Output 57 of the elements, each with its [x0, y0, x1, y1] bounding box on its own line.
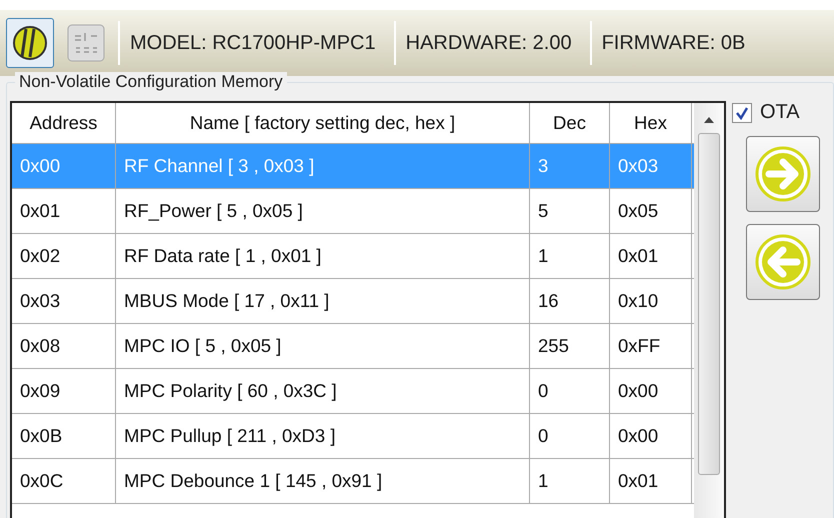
table-cell: 16 — [530, 279, 610, 323]
write-button[interactable] — [746, 136, 820, 212]
table-cell: 1 — [530, 459, 610, 503]
table-cell: 0x01 — [12, 189, 116, 233]
table-cell: MBUS Mode [ 17 , 0x11 ] — [116, 279, 530, 323]
table-cell: RF_Power [ 5 , 0x05 ] — [116, 189, 530, 233]
table-row[interactable]: 0x09 MPC Polarity [ 60 , 0x3C ] 0 0x00 — [12, 369, 694, 414]
table-cell: 0x02 — [12, 234, 116, 278]
table-row[interactable]: 0x01 RF_Power [ 5 , 0x05 ] 5 0x05 — [12, 189, 694, 234]
checkmark-icon — [735, 106, 749, 120]
table-cell: 0x0B — [12, 414, 116, 458]
column-header[interactable]: Name [ factory setting dec, hex ] — [116, 103, 530, 143]
slashed-circle-icon — [12, 25, 48, 61]
table-cell: 0 — [530, 369, 610, 413]
table-row[interactable]: 0x0B MPC Pullup [ 211 , 0xD3 ] 0 0x00 — [12, 414, 694, 459]
table-cell: RF Data rate [ 1 , 0x01 ] — [116, 234, 530, 278]
column-header[interactable]: Hex — [610, 103, 692, 143]
checkbox-label: OTA — [760, 101, 800, 124]
table-row[interactable]: 0x0C MPC Debounce 1 [ 145 , 0x91 ] 1 0x01 — [12, 459, 694, 504]
toolbar-label: MODEL: RC1700HP-MPC1 — [118, 21, 386, 65]
table-cell: MPC Debounce 1 [ 145 , 0x91 ] — [116, 459, 530, 503]
table-cell: 0x10 — [610, 279, 692, 323]
table-cell: 0x08 — [12, 324, 116, 368]
table-row[interactable]: 0x02 RF Data rate [ 1 , 0x01 ] 1 0x01 — [12, 234, 694, 279]
group-title: Non-Volatile Configuration Memory — [15, 72, 287, 92]
table-row[interactable]: 0x03 MBUS Mode [ 17 , 0x11 ] 16 0x10 — [12, 279, 694, 324]
table-cell: 0xFF — [610, 324, 692, 368]
scrollbar[interactable] — [694, 103, 724, 518]
table-cell: 0x00 — [610, 414, 692, 458]
column-header[interactable]: Dec — [530, 103, 610, 143]
connect-button[interactable] — [6, 18, 54, 68]
table-cell: 0x00 — [12, 144, 116, 188]
table-cell: MPC Pullup [ 211 , 0xD3 ] — [116, 414, 530, 458]
ota-checkbox[interactable] — [732, 102, 752, 122]
table-cell: 0x03 — [610, 144, 692, 188]
table-row[interactable]: 0x08 MPC IO [ 5 , 0x05 ] 255 0xFF — [12, 324, 694, 369]
toolbar-label: HARDWARE: 2.00 — [394, 21, 582, 65]
table-cell: 0x03 — [12, 279, 116, 323]
table-cell: 5 — [530, 189, 610, 233]
table-cell: 0x00 — [610, 369, 692, 413]
table-cell: 0x01 — [610, 459, 692, 503]
table-cell: 0x05 — [610, 189, 692, 233]
table-cell: 0 — [530, 414, 610, 458]
read-button[interactable] — [746, 224, 820, 300]
scroll-thumb[interactable] — [698, 133, 720, 475]
table-cell: 3 — [530, 144, 610, 188]
scroll-up-icon[interactable] — [704, 117, 714, 123]
table-cell: 0x01 — [610, 234, 692, 278]
table-cell: MPC Polarity [ 60 , 0x3C ] — [116, 369, 530, 413]
table-cell: 0x09 — [12, 369, 116, 413]
table-cell: 255 — [530, 324, 610, 368]
table-cell: MPC IO [ 5 , 0x05 ] — [116, 324, 530, 368]
table-cell: 0x0C — [12, 459, 116, 503]
toolbar-label: FIRMWARE: 0B — [590, 21, 756, 65]
table-cell: RF Channel [ 3 , 0x03 ] — [116, 144, 530, 188]
column-header[interactable]: Address — [12, 103, 116, 143]
table-cell: 1 — [530, 234, 610, 278]
